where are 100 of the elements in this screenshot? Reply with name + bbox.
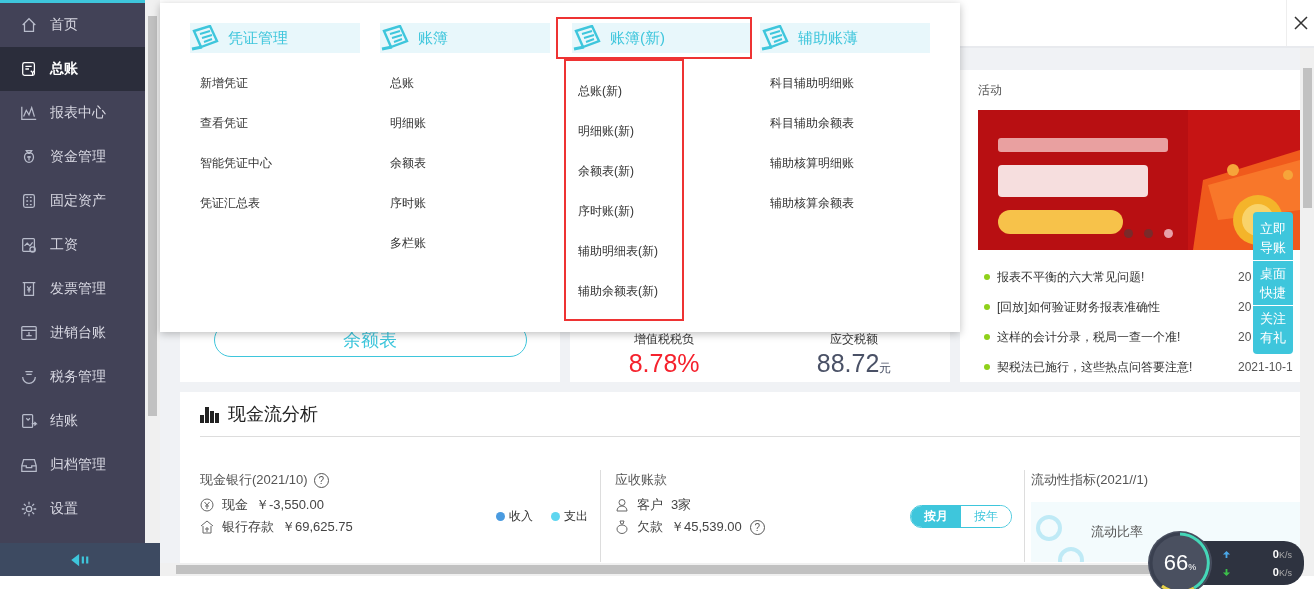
menu-header: 凭证管理 bbox=[190, 23, 360, 53]
menu-item[interactable]: 新增凭证 bbox=[200, 63, 350, 103]
stat-label: 应交税额 bbox=[830, 332, 879, 346]
sidebar-item[interactable]: 首页 bbox=[0, 3, 145, 47]
card-title: 活动 bbox=[978, 82, 1003, 99]
document-icon bbox=[20, 236, 38, 254]
yen-coin-icon bbox=[200, 498, 214, 512]
bullet-icon bbox=[984, 304, 990, 310]
stat-value: 88.72元 bbox=[816, 349, 892, 378]
news-link[interactable]: [回放]如何验证财务报表准确性 bbox=[997, 298, 1160, 316]
receipt-icon bbox=[20, 280, 38, 298]
news-date: 20 bbox=[1238, 270, 1252, 284]
bar-chart-icon bbox=[200, 405, 220, 423]
row-value: 3家 bbox=[671, 496, 692, 514]
menu-header: 账簿 bbox=[380, 23, 550, 53]
sidebar-item[interactable]: 发票管理 bbox=[0, 267, 145, 311]
checkout-icon bbox=[20, 412, 38, 430]
menu-item[interactable]: 智能凭证中心 bbox=[200, 143, 350, 183]
upload-rate: 0K/s bbox=[1272, 548, 1292, 560]
up-arrow-icon bbox=[1222, 549, 1231, 559]
close-icon bbox=[1293, 16, 1308, 30]
bullet-icon bbox=[984, 334, 990, 340]
menu-item[interactable]: 查看凭证 bbox=[200, 103, 350, 143]
collapse-icon bbox=[69, 552, 91, 567]
news-link[interactable]: 报表不平衡的六大常见问题! bbox=[997, 268, 1145, 286]
notebook-icon bbox=[190, 25, 220, 51]
menu-item[interactable]: 辅助明细表(新) bbox=[578, 231, 668, 271]
news-link[interactable]: 这样的会计分录，税局一查一个准! bbox=[997, 328, 1181, 346]
home-icon bbox=[20, 16, 38, 34]
money-bag-icon bbox=[615, 520, 629, 534]
download-rate: 0K/s bbox=[1272, 566, 1292, 578]
menu-header: 账簿(新) bbox=[556, 17, 752, 59]
sidebar-item[interactable]: 归档管理 bbox=[0, 443, 145, 487]
news-link[interactable]: 契税法已施行，这些热点问答要注意! bbox=[997, 358, 1193, 376]
section-title: 流动性指标(2021//1) bbox=[1031, 471, 1149, 489]
sidebar-item[interactable]: 总账 bbox=[0, 47, 145, 91]
section-title: 应收账款 bbox=[615, 471, 667, 489]
notebook-icon bbox=[572, 25, 602, 51]
menu-item[interactable]: 序时账(新) bbox=[578, 191, 668, 231]
row-label: 现金 bbox=[222, 496, 248, 514]
scrollbar[interactable] bbox=[145, 0, 160, 543]
menu-item[interactable]: 明细账 bbox=[390, 103, 540, 143]
row-label: 银行存款 bbox=[222, 518, 274, 536]
collapse-button[interactable] bbox=[0, 543, 160, 576]
carousel-dot[interactable] bbox=[1124, 229, 1133, 238]
sidebar-item[interactable]: 报表中心 bbox=[0, 91, 145, 135]
menu-item[interactable]: 辅助核算余额表 bbox=[770, 183, 920, 223]
card-title: 现金流分析 bbox=[228, 403, 318, 426]
percent-reading: 66% bbox=[1163, 550, 1197, 576]
sidebar-item[interactable]: 结账 bbox=[0, 399, 145, 443]
tray-icon bbox=[20, 456, 38, 474]
legend-label: 支出 bbox=[564, 507, 588, 525]
row-value: ￥-3,550.00 bbox=[256, 496, 324, 514]
menu-item[interactable]: 科目辅助余额表 bbox=[770, 103, 920, 143]
down-arrow-icon bbox=[1222, 567, 1231, 577]
carousel-dot[interactable] bbox=[1144, 229, 1153, 238]
menu-item[interactable]: 科目辅助明细账 bbox=[770, 63, 920, 103]
gauge-ring-icon bbox=[1148, 531, 1212, 589]
section-title: 现金银行(2021/10) bbox=[200, 471, 308, 489]
menu-item[interactable]: 余额表 bbox=[390, 143, 540, 183]
stat-label: 增值税税负 bbox=[634, 332, 695, 346]
sidebar-item[interactable]: 税务管理 bbox=[0, 355, 145, 399]
menu-item[interactable]: 总账(新) bbox=[578, 71, 668, 111]
metric-label: 流动比率 bbox=[1091, 523, 1143, 541]
menu-item[interactable]: 辅助余额表(新) bbox=[578, 271, 668, 311]
register-icon bbox=[20, 324, 38, 342]
menu-item[interactable]: 凭证汇总表 bbox=[200, 183, 350, 223]
news-date: 20 bbox=[1238, 330, 1252, 344]
settings-icon bbox=[20, 500, 38, 518]
bullet-icon bbox=[984, 364, 990, 370]
legend-label: 收入 bbox=[509, 507, 533, 525]
chart-icon bbox=[20, 104, 38, 122]
row-value: ￥69,625.75 bbox=[282, 518, 353, 536]
menu-item[interactable]: 辅助核算明细账 bbox=[770, 143, 920, 183]
row-label: 欠款 bbox=[637, 518, 663, 536]
sidebar-item[interactable]: 固定资产 bbox=[0, 179, 145, 223]
menu-header: 辅助账薄 bbox=[760, 23, 930, 53]
bullet-icon bbox=[984, 274, 990, 280]
carousel-dot[interactable] bbox=[1164, 229, 1173, 238]
stat-value: 8.78% bbox=[628, 349, 700, 378]
ledger-icon bbox=[20, 60, 38, 78]
sidebar-item[interactable]: 资金管理 bbox=[0, 135, 145, 179]
person-icon bbox=[615, 498, 629, 512]
menu-item[interactable]: 序时账 bbox=[390, 183, 540, 223]
menu-item[interactable]: 余额表(新) bbox=[578, 151, 668, 191]
scrollbar[interactable] bbox=[1300, 48, 1314, 563]
menu-item[interactable]: 明细账(新) bbox=[578, 111, 668, 151]
building-icon bbox=[20, 192, 38, 210]
bank-icon bbox=[200, 520, 214, 534]
news-date: 20 bbox=[1238, 300, 1252, 314]
row-value: ￥45,539.00 bbox=[671, 518, 742, 536]
notebook-icon bbox=[760, 25, 790, 51]
row-label: 客户 bbox=[637, 496, 663, 514]
menu-item[interactable]: 总账 bbox=[390, 63, 540, 103]
sidebar-item[interactable]: 设置 bbox=[0, 487, 145, 531]
menu-item[interactable]: 多栏账 bbox=[390, 223, 540, 263]
notebook-icon bbox=[380, 25, 410, 51]
sidebar-item[interactable]: 进销台账 bbox=[0, 311, 145, 355]
sidebar-item[interactable]: 工资 bbox=[0, 223, 145, 267]
news-date: 2021-10-1 bbox=[1238, 360, 1293, 374]
